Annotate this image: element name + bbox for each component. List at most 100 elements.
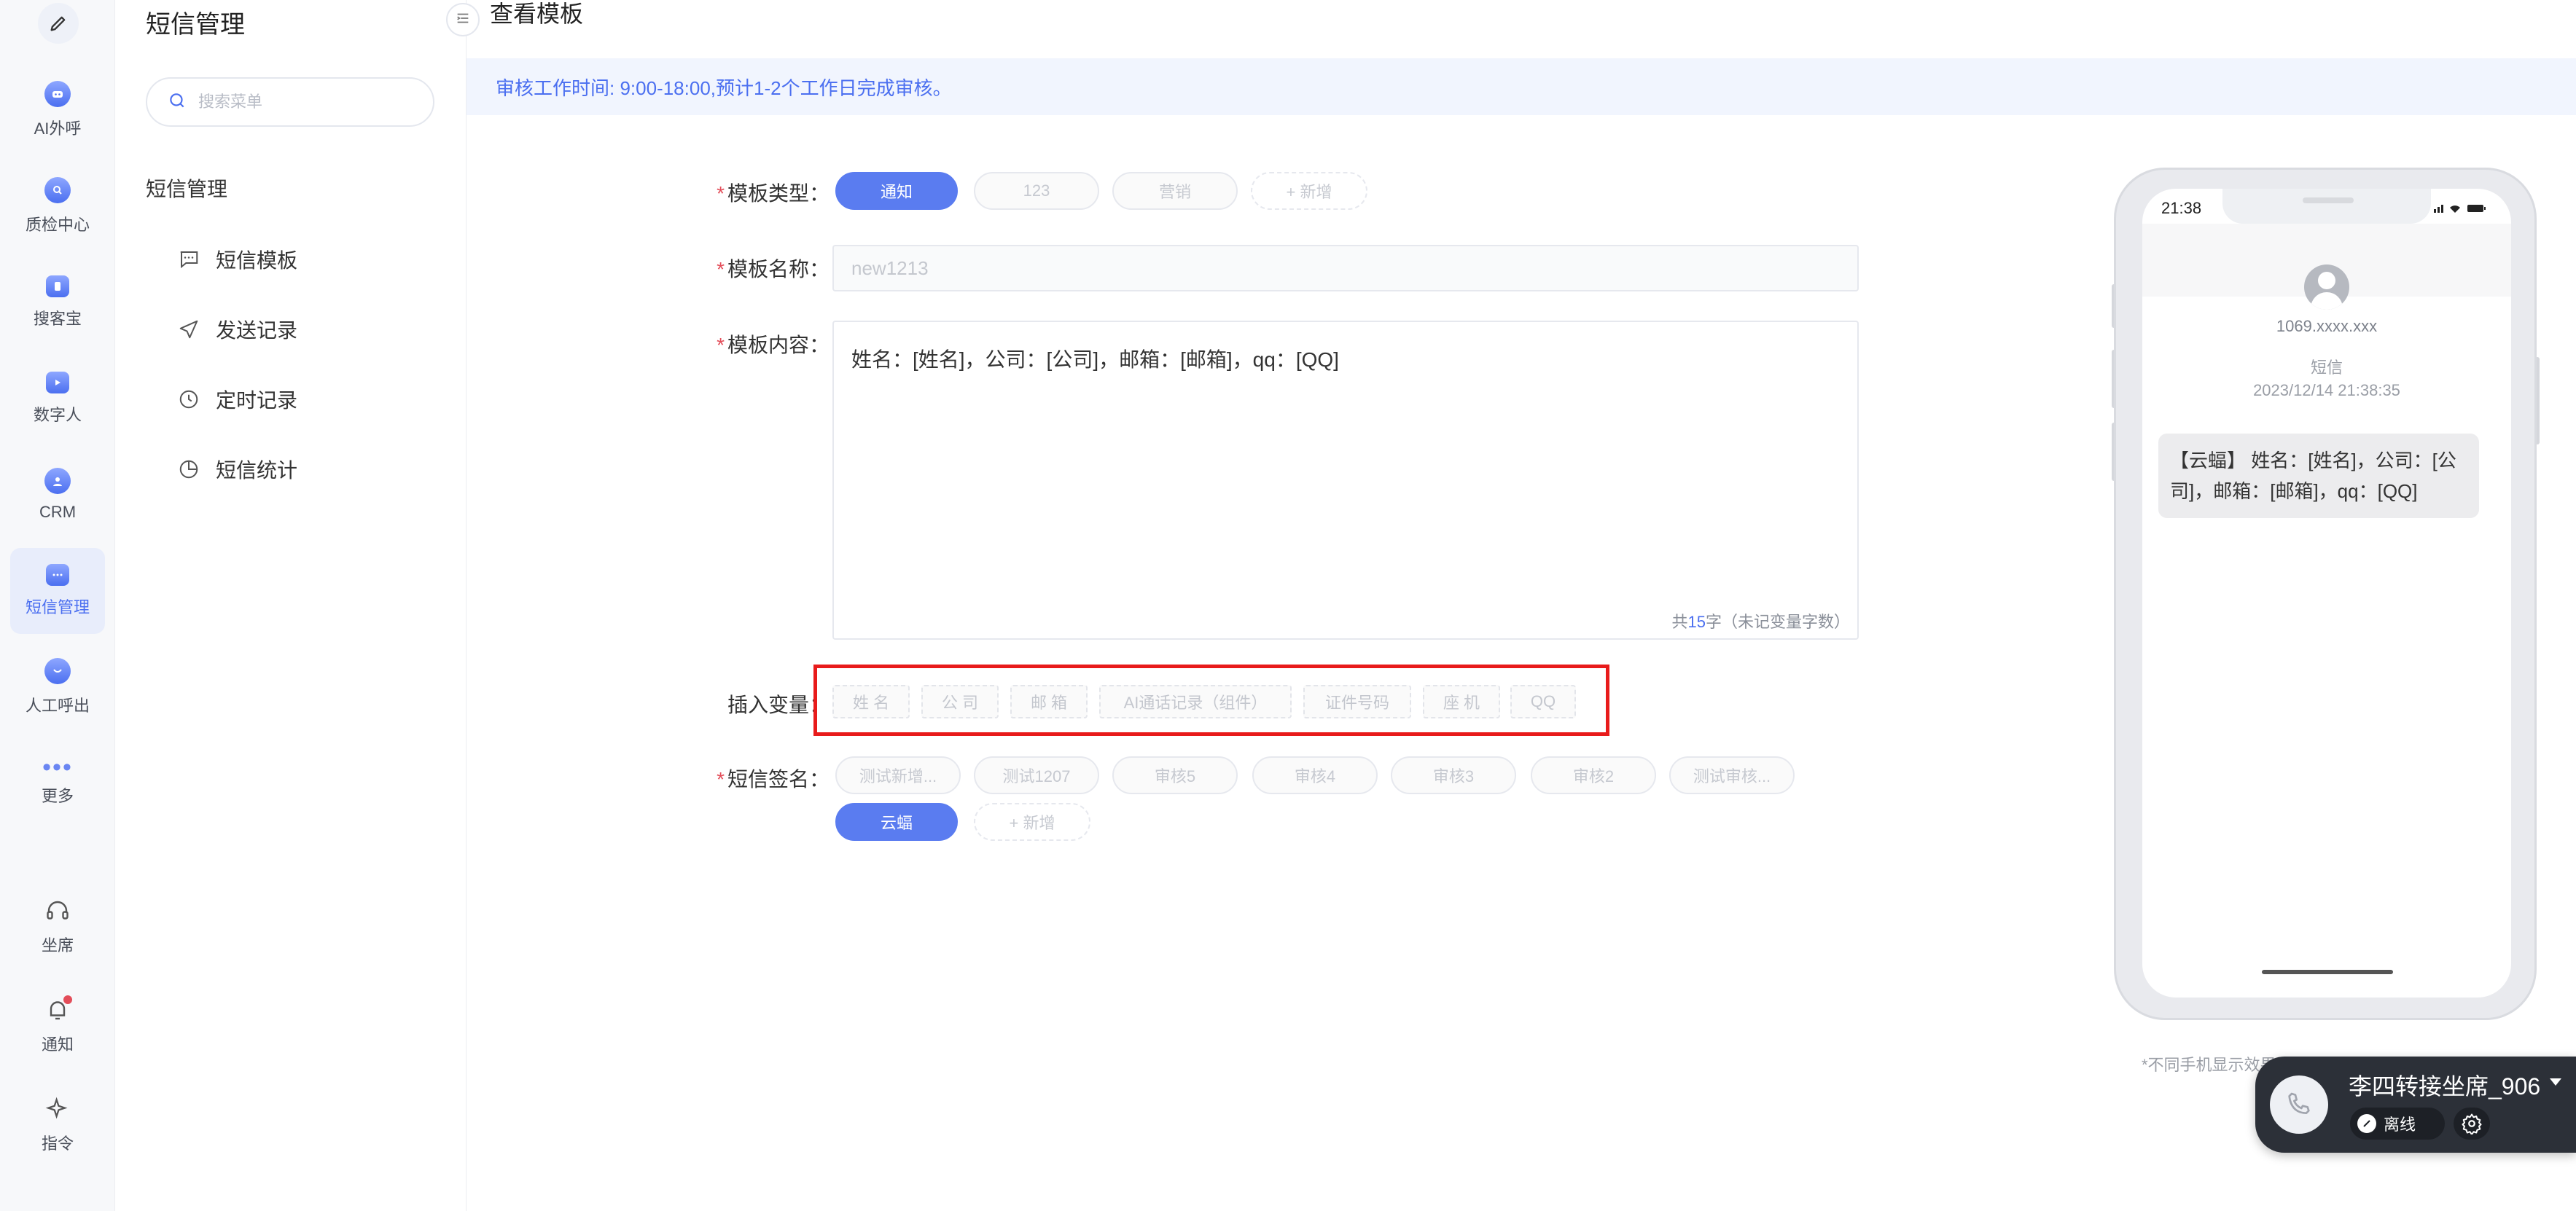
rail-item-manual-call[interactable]: 人工呼出 [10,644,105,730]
phone-time: 21:38 [2161,199,2202,217]
rail-item-ai-call[interactable]: AI外呼 [10,67,105,153]
sign-tag-selected[interactable]: 云蝠 [835,803,958,841]
template-content-textarea[interactable]: 姓名：[姓名]，公司：[公司]，邮箱：[邮箱]，qq：[QQ] 共15字（未记变… [832,321,1859,640]
bell-icon [43,995,72,1024]
contact-avatar-icon [2304,264,2349,310]
sidebar-item-scheduled-record[interactable]: 定时记录 [176,377,297,421]
rail-label: 数字人 [33,406,82,424]
sidebar-item-label: 短信统计 [216,459,298,482]
type-tag-notice[interactable]: 通知 [835,172,958,210]
sidebar-item-sms-template[interactable]: 短信模板 [176,238,297,281]
phone-speaker [2303,197,2354,203]
agent-status-toggle[interactable]: 离线 [2350,1108,2445,1140]
rail-item-digital-human[interactable]: 数字人 [10,356,105,442]
sign-tag[interactable]: 审核5 [1112,756,1238,794]
sign-tag[interactable]: 测试审核... [1669,756,1795,794]
settings-gear-icon[interactable] [2454,1108,2490,1140]
search-icon [168,91,187,114]
rail-label: AI外呼 [34,119,82,138]
headset-icon [43,896,72,925]
template-name-input[interactable]: new1213 [832,245,1859,291]
rail-label: CRM [39,503,77,521]
unread-dot [63,995,72,1004]
rail-label: 指令 [41,1134,74,1153]
outbound-call-icon [44,658,71,684]
edit-logo-icon[interactable] [38,3,79,44]
required-mark: * [717,334,725,356]
rail-label: 坐席 [41,936,74,955]
status-label: 离线 [2384,1116,2416,1134]
message-type: 短信 [2310,358,2343,377]
phone-icon[interactable] [2270,1075,2328,1134]
chevron-down-icon[interactable] [2550,1078,2561,1086]
sparkle-icon [43,1094,72,1124]
rail-label: 通知 [41,1035,74,1054]
phone-screen: 21:38 1069.xxxx.xxx 短信 2023/12/14 21:38:… [2142,189,2511,998]
var-tag-email[interactable]: 邮 箱 [1010,685,1088,718]
sidebar-item-send-record[interactable]: 发送记录 [176,307,297,351]
sidebar-item-label: 短信模板 [216,249,298,272]
rail-item-agent[interactable]: 坐席 [10,883,105,969]
clock-icon [176,387,201,412]
message-bubble: 【云蝠】 姓名：[姓名]，公司：[公司]，邮箱：[邮箱]，qq：[QQ] [2158,434,2479,518]
call-widget[interactable]: 李四转接坐席_906 离线 [2255,1057,2576,1153]
agent-name[interactable]: 李四转接坐席_906 [2349,1068,2540,1102]
rail-item-soukebao[interactable]: 搜客宝 [10,259,105,345]
type-label-text: 模板类型： [727,182,830,205]
var-tag-company[interactable]: 公 司 [921,685,999,718]
sms-icon [46,564,69,586]
required-mark: * [717,768,725,791]
robot-icon [44,81,71,107]
rail-item-more[interactable]: ••• 更多 [10,740,105,826]
page-title: 查看模板 [490,1,584,27]
content-label: * 模板内容： [611,329,830,358]
message-icon [176,247,201,272]
home-indicator [2262,970,2393,974]
var-tag-name[interactable]: 姓 名 [832,685,910,718]
sign-tag[interactable]: 审核4 [1252,756,1378,794]
rail-item-crm[interactable]: CRM [10,452,105,538]
var-tag-ai-call-record[interactable]: AI通话记录（组件） [1099,685,1292,718]
crm-user-icon [44,468,71,494]
counter-prefix: 共 [1671,613,1688,631]
sign-tag[interactable]: 测试新增... [835,756,961,794]
phone-preview: 21:38 1069.xxxx.xxx 短信 2023/12/14 21:38:… [2114,168,2537,1020]
var-tag-id-number[interactable]: 证件号码 [1303,685,1411,718]
char-counter: 共15字（未记变量字数） [1671,609,1850,632]
required-mark: * [717,258,725,281]
sign-tag[interactable]: 审核3 [1391,756,1516,794]
app-root: AI外呼 质检中心 搜客宝 数字人 CRM 短信管理 人工呼出 ••• 更多 坐… [0,0,2576,1211]
template-content-text: 姓名：[姓名]，公司：[公司]，邮箱：[邮箱]，qq：[QQ] [851,348,1339,371]
type-tag-marketing[interactable]: 营销 [1112,172,1238,210]
sidebar-item-label: 定时记录 [216,389,298,412]
name-label-text: 模板名称： [727,258,830,281]
sidebar-item-label: 发送记录 [216,319,298,342]
sidebar-title: 短信管理 [146,11,245,39]
sign-tag[interactable]: 审核2 [1531,756,1656,794]
sidebar-menu: 短信管理 短信管理 短信模板 发送记录 定时记录 短信统计 [115,0,467,1211]
rail-item-notify[interactable]: 通知 [10,982,105,1068]
rail-item-sms[interactable]: 短信管理 [10,548,105,634]
rail-item-qa-center[interactable]: 质检中心 [10,163,105,249]
rail-label: 更多 [41,787,74,805]
menu-search[interactable] [146,77,434,127]
required-mark: * [717,182,725,205]
var-tag-qq[interactable]: QQ [1510,685,1576,718]
rail-label: 人工呼出 [25,697,90,715]
rail-label: 短信管理 [25,598,90,616]
rail-label: 质检中心 [25,216,90,234]
rail-item-command[interactable]: 指令 [10,1081,105,1167]
search-input[interactable] [198,93,417,111]
sign-label-text: 短信签名： [727,768,830,791]
pie-chart-icon [176,457,201,482]
phone-notch [2222,189,2431,224]
add-type-button[interactable]: + 新增 [1251,172,1367,210]
message-time: 2023/12/14 21:38:35 [2253,381,2400,399]
sign-label: * 短信签名： [611,764,830,793]
sidebar-item-sms-stats[interactable]: 短信统计 [176,447,297,491]
send-icon [176,317,201,342]
type-tag-123[interactable]: 123 [974,172,1099,210]
add-sign-button[interactable]: + 新增 [974,803,1090,841]
sign-tag[interactable]: 测试1207 [974,756,1099,794]
var-tag-landline[interactable]: 座 机 [1423,685,1500,718]
